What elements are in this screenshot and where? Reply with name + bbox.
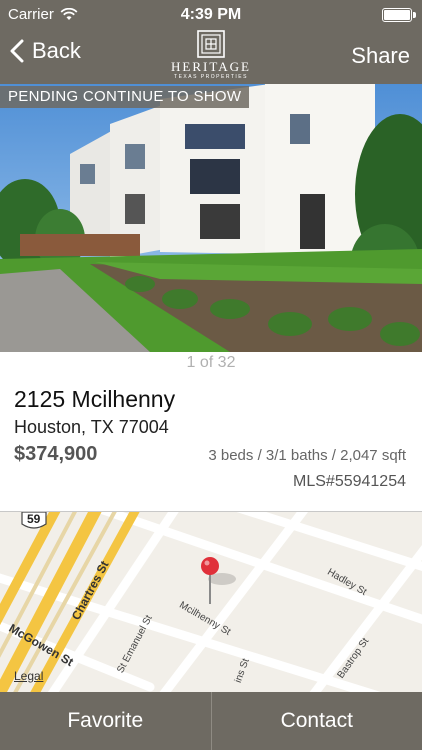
pending-status-badge: PENDING CONTINUE TO SHOW [0,86,250,108]
logo-name: HERITAGE [171,59,251,74]
battery-fill [384,10,410,20]
battery-icon [382,8,416,22]
heritage-logo-mark-icon [197,30,225,58]
status-time: 4:39 PM [180,6,242,23]
status-bar: Carrier 4:39 PM [0,0,422,30]
share-button[interactable]: Share [351,43,410,69]
listing-photo[interactable] [0,84,422,352]
header: Carrier 4:39 PM Back HERITAGE TEXAS PROP… [0,0,422,84]
location-map[interactable]: 59 Chartres St McGowen St St Emanuel St … [0,512,422,692]
battery-tip [413,12,416,18]
map-legal-link[interactable]: Legal [14,669,43,683]
favorite-button[interactable]: Favorite [0,692,211,750]
listing-address: 2125 Mcilhenny [14,386,176,412]
highway-shield-label: 59 [27,512,41,526]
listing-photo-image [0,84,422,352]
listing-price: $374,900 [14,443,98,465]
action-bar: Favorite Contact [0,692,422,750]
listing-details: 2125 Mcilhenny Houston, TX 77004 $374,90… [0,374,422,512]
logo-subtitle: TEXAS PROPERTIES [174,74,248,80]
listing-specs: 3 beds / 3/1 baths / 2,047 sqft [208,447,406,464]
listing-city: Houston, TX 77004 [14,417,169,437]
listing-mls: MLS#55941254 [293,473,406,490]
contact-button[interactable]: Contact [212,692,422,750]
photo-counter: 1 of 32 [186,354,236,371]
